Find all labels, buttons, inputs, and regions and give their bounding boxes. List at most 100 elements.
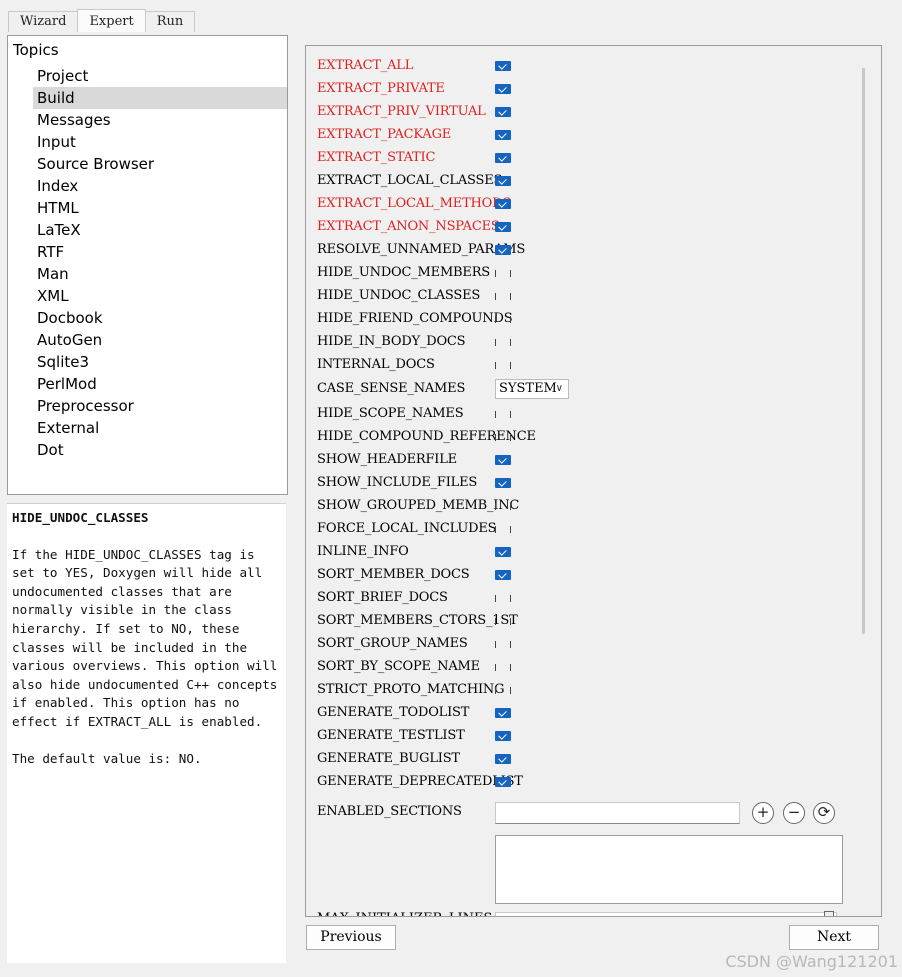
setting-checkbox[interactable]: [495, 130, 511, 140]
setting-label: SHOW_GROUPED_MEMB_INC: [317, 498, 520, 513]
setting-checkbox[interactable]: [495, 153, 511, 163]
topic-item-perlmod[interactable]: PerlMod: [33, 373, 287, 395]
setting-checkbox[interactable]: [495, 176, 511, 186]
topic-item-build[interactable]: Build: [33, 87, 287, 109]
help-title: HIDE_UNDOC_CLASSES: [12, 510, 149, 525]
setting-checkbox[interactable]: [495, 291, 511, 301]
setting-label: EXTRACT_STATIC: [317, 150, 436, 165]
topic-item-external[interactable]: External: [33, 417, 287, 439]
setting-label: SORT_BRIEF_DOCS: [317, 590, 448, 605]
setting-label: SORT_BY_SCOPE_NAME: [317, 659, 480, 674]
setting-checkbox[interactable]: [495, 478, 511, 488]
setting-label: EXTRACT_ALL: [317, 58, 414, 73]
topic-item-index[interactable]: Index: [33, 175, 287, 197]
chevron-down-icon: ∨: [555, 383, 563, 394]
setting-checkbox[interactable]: [495, 455, 511, 465]
tab-expert[interactable]: Expert: [77, 9, 146, 32]
setting-checkbox[interactable]: [495, 245, 511, 255]
setting-checkbox[interactable]: [495, 524, 511, 534]
setting-checkbox[interactable]: [495, 547, 511, 557]
topics-root[interactable]: Topics: [13, 41, 59, 59]
remove-item-button[interactable]: −: [783, 802, 805, 824]
setting-label: HIDE_SCOPE_NAMES: [317, 406, 464, 421]
setting-label: RESOLVE_UNNAMED_PARAMS: [317, 242, 526, 257]
setting-label: INTERNAL_DOCS: [317, 357, 435, 372]
enabled-sections-list[interactable]: [495, 835, 843, 904]
setting-checkbox[interactable]: [495, 731, 511, 741]
setting-label: SORT_MEMBERS_CTORS_1ST: [317, 613, 518, 628]
tab-bar: Wizard Expert Run: [8, 9, 196, 33]
setting-checkbox[interactable]: [495, 337, 511, 347]
topic-item-sqlite3[interactable]: Sqlite3: [33, 351, 287, 373]
setting-checkbox[interactable]: [495, 314, 511, 324]
setting-checkbox[interactable]: [495, 685, 511, 695]
help-panel: HIDE_UNDOC_CLASSES If the HIDE_UNDOC_CLA…: [7, 503, 286, 963]
setting-label: EXTRACT_PACKAGE: [317, 127, 452, 142]
setting-checkbox[interactable]: [495, 593, 511, 603]
setting-label: GENERATE_TESTLIST: [317, 728, 465, 743]
update-item-button[interactable]: ⟳: [813, 802, 835, 824]
setting-label: HIDE_UNDOC_CLASSES: [317, 288, 481, 303]
setting-label: GENERATE_BUGLIST: [317, 751, 460, 766]
setting-label: HIDE_UNDOC_MEMBERS: [317, 265, 490, 280]
cut-off-setting-input[interactable]: [495, 912, 837, 916]
topic-item-input[interactable]: Input: [33, 131, 287, 153]
cut-off-setting-label: MAX_INITIALIZER_LINES: [317, 912, 492, 916]
previous-button[interactable]: Previous: [306, 925, 396, 950]
setting-label: EXTRACT_LOCAL_CLASSES: [317, 173, 503, 188]
setting-checkbox[interactable]: [495, 409, 511, 419]
setting-label: FORCE_LOCAL_INCLUDES: [317, 521, 497, 536]
topic-item-latex[interactable]: LaTeX: [33, 219, 287, 241]
topic-item-messages[interactable]: Messages: [33, 109, 287, 131]
enabled-sections-input[interactable]: [495, 802, 740, 824]
setting-checkbox[interactable]: [495, 616, 511, 626]
topic-item-xml[interactable]: XML: [33, 285, 287, 307]
topic-item-man[interactable]: Man: [33, 263, 287, 285]
enabled-sections-label: ENABLED_SECTIONS: [317, 804, 462, 819]
topic-item-source-browser[interactable]: Source Browser: [33, 153, 287, 175]
setting-checkbox[interactable]: [495, 268, 511, 278]
setting-checkbox[interactable]: [495, 639, 511, 649]
setting-label: HIDE_FRIEND_COMPOUNDS: [317, 311, 513, 326]
setting-checkbox[interactable]: [495, 61, 511, 71]
setting-checkbox[interactable]: [495, 570, 511, 580]
tab-wizard[interactable]: Wizard: [8, 11, 79, 32]
topic-item-autogen[interactable]: AutoGen: [33, 329, 287, 351]
vertical-scrollbar[interactable]: [862, 68, 865, 634]
topic-item-html[interactable]: HTML: [33, 197, 287, 219]
setting-label: SORT_GROUP_NAMES: [317, 636, 468, 651]
setting-checkbox[interactable]: [495, 662, 511, 672]
setting-label: SHOW_INCLUDE_FILES: [317, 475, 478, 490]
next-button[interactable]: Next: [789, 925, 879, 950]
setting-label: CASE_SENSE_NAMES: [317, 381, 466, 396]
setting-checkbox[interactable]: [495, 84, 511, 94]
setting-checkbox[interactable]: [495, 754, 511, 764]
setting-checkbox[interactable]: [495, 708, 511, 718]
setting-label: GENERATE_DEPRECATEDLIST: [317, 774, 523, 789]
spin-up-icon[interactable]: [824, 911, 834, 916]
topic-item-rtf[interactable]: RTF: [33, 241, 287, 263]
setting-checkbox[interactable]: [495, 432, 511, 442]
topic-item-preprocessor[interactable]: Preprocessor: [33, 395, 287, 417]
setting-label: EXTRACT_PRIV_VIRTUAL: [317, 104, 486, 119]
setting-checkbox[interactable]: [495, 222, 511, 232]
refresh-icon: ⟳: [817, 803, 831, 821]
settings-panel: EXTRACT_ALL EXTRACT_PRIVATE EXTRACT_PRIV_V…: [305, 45, 882, 917]
setting-dropdown[interactable]: SYSTEM ∨: [495, 379, 569, 399]
setting-checkbox[interactable]: [495, 107, 511, 117]
setting-checkbox[interactable]: [495, 199, 511, 209]
dropdown-value: SYSTEM: [499, 381, 557, 396]
help-body: If the HIDE_UNDOC_CLASSES tag is set to …: [12, 546, 278, 729]
topic-item-project[interactable]: Project: [33, 65, 287, 87]
setting-checkbox[interactable]: [495, 777, 511, 787]
setting-label: EXTRACT_PRIVATE: [317, 81, 445, 96]
setting-label: EXTRACT_LOCAL_METHODS: [317, 196, 512, 211]
setting-label: HIDE_IN_BODY_DOCS: [317, 334, 466, 349]
topic-item-dot[interactable]: Dot: [33, 439, 287, 461]
topic-item-docbook[interactable]: Docbook: [33, 307, 287, 329]
setting-checkbox[interactable]: [495, 360, 511, 370]
setting-checkbox[interactable]: [495, 501, 511, 511]
minus-icon: −: [787, 803, 801, 821]
tab-run[interactable]: Run: [144, 11, 196, 32]
add-item-button[interactable]: +: [752, 802, 774, 824]
